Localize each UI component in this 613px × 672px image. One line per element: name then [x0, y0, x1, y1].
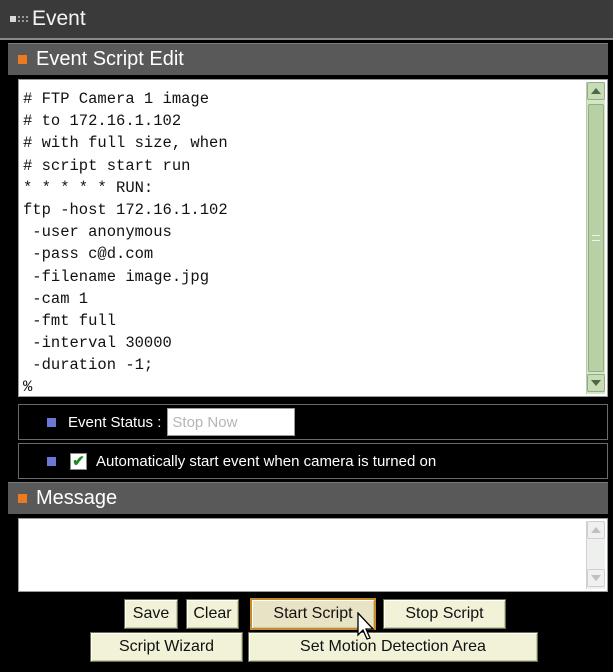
script-text[interactable]: # FTP Camera 1 image # to 172.16.1.102 # w…: [23, 88, 583, 394]
script-scrollbar[interactable]: [586, 82, 605, 394]
checkmark-icon: ✔: [72, 452, 85, 470]
message-section-header: Message: [8, 482, 608, 514]
script-editor[interactable]: # FTP Camera 1 image # to 172.16.1.102 # w…: [18, 79, 608, 397]
scroll-thumb[interactable]: [588, 104, 604, 372]
script-line: # FTP Camera 1 image: [23, 90, 210, 108]
script-line: * * * * * RUN:: [23, 178, 154, 197]
script-line: %: [23, 378, 33, 394]
script-line: # to 172.16.1.102: [23, 112, 182, 131]
section-bullet-icon: [18, 494, 27, 503]
auto-start-checkbox[interactable]: ✔: [70, 452, 87, 470]
event-status-row: Event Status : Stop Now: [18, 404, 608, 440]
window-menu-icon: [10, 16, 28, 22]
clear-button[interactable]: Clear: [186, 599, 239, 629]
message-scrollbar[interactable]: [586, 521, 605, 589]
save-button[interactable]: Save: [124, 599, 178, 629]
script-line: -duration -1;: [23, 356, 154, 375]
script-line: -fmt full: [23, 311, 117, 330]
script-line: -pass c@d.com: [23, 245, 154, 264]
script-line: -user anonymous: [23, 223, 172, 242]
script-line: -cam 1: [23, 289, 89, 308]
script-line: # script start run: [23, 156, 191, 175]
row-bullet-icon: [47, 417, 56, 427]
auto-start-label: Automatically start event when camera is…: [96, 452, 437, 470]
script-section-title: Event Script Edit: [36, 48, 184, 70]
message-section-title: Message: [36, 487, 118, 509]
window-title: Event: [32, 7, 86, 30]
script-line: # with full size, when: [23, 134, 228, 153]
scroll-down-icon[interactable]: [587, 569, 605, 587]
window-title-bar: Event: [0, 0, 613, 40]
section-bullet-icon: [18, 55, 27, 64]
scroll-down-icon[interactable]: [587, 374, 605, 392]
script-wizard-button[interactable]: Script Wizard: [90, 632, 243, 662]
event-panel: Event Event Script Edit # FTP Camera 1 i…: [0, 0, 613, 672]
script-section-header: Event Script Edit: [8, 43, 608, 75]
stop-script-button[interactable]: Stop Script: [383, 599, 506, 629]
auto-start-row: ✔ Automatically start event when camera …: [18, 443, 608, 479]
event-status-label: Event Status :: [68, 413, 162, 431]
message-area[interactable]: [18, 518, 608, 592]
row-bullet-icon: [47, 456, 56, 466]
mouse-pointer-icon: [357, 612, 375, 640]
event-status-field: Stop Now: [167, 408, 296, 436]
script-line: -interval 30000: [23, 334, 172, 353]
script-line: ftp -host 172.16.1.102: [23, 200, 228, 219]
scroll-up-icon[interactable]: [587, 82, 605, 100]
set-motion-detection-area-button[interactable]: Set Motion Detection Area: [248, 632, 538, 662]
script-line: -filename image.jpg: [23, 267, 210, 286]
scroll-up-icon[interactable]: [587, 521, 605, 539]
